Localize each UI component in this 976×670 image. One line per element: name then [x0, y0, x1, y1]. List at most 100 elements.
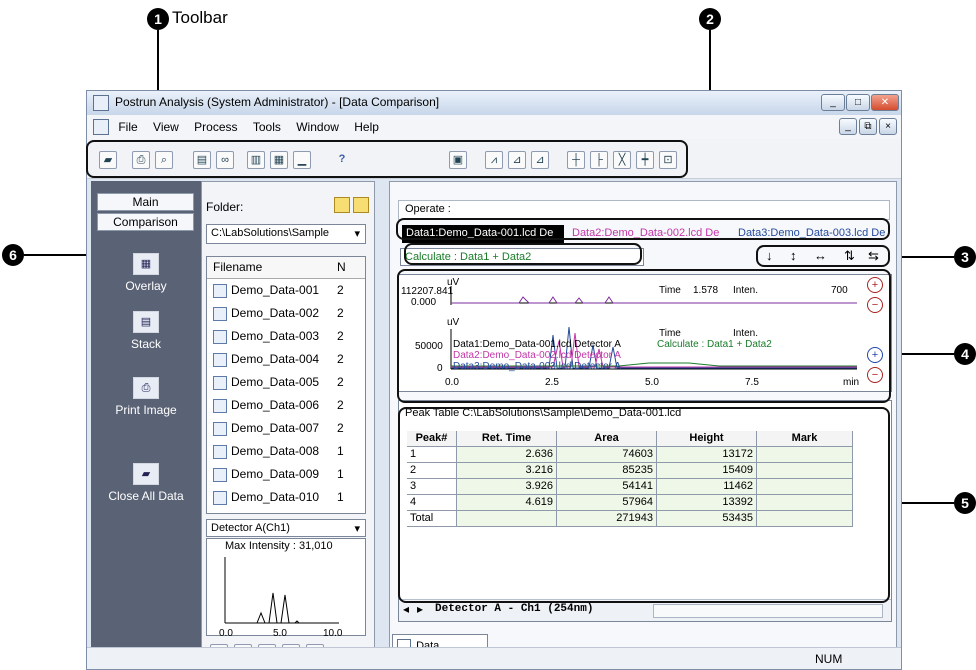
file-n: 2 — [337, 375, 344, 389]
file-n: 2 — [337, 306, 344, 320]
file-n: 1 — [337, 467, 344, 481]
close-window-button[interactable]: ✕ — [871, 94, 899, 111]
file-name: Demo_Data-009 — [231, 467, 320, 481]
mini-axis-0: 0.0 — [219, 628, 233, 637]
file-rows: Demo_Data-001 2 Demo_Data-002 2 Demo_Data-00… — [207, 279, 365, 509]
assistant-bar: Main Comparison ▦ Overlay ▤ Stack ⎙ Prin… — [91, 181, 201, 667]
file-row[interactable]: Demo_Data-007 2 — [207, 417, 365, 440]
file-row[interactable]: Demo_Data-004 2 — [207, 348, 365, 371]
detector-select[interactable]: Detector A(Ch1) ▾ — [206, 519, 366, 537]
file-row[interactable]: Demo_Data-005 2 — [207, 371, 365, 394]
minimize-button[interactable]: _ — [821, 94, 845, 111]
outline-calculate — [404, 243, 642, 265]
toolbar-callout-label: Toolbar — [172, 8, 228, 27]
outline-toolbar — [86, 140, 688, 178]
file-n: 2 — [337, 421, 344, 435]
operate-label: Operate : — [405, 203, 451, 215]
file-name: Demo_Data-002 — [231, 306, 320, 320]
file-n: 2 — [337, 398, 344, 412]
chromatogram-file-icon — [213, 421, 227, 436]
overlay-button[interactable]: ▦ Overlay — [91, 253, 201, 293]
chromatogram-file-icon — [213, 306, 227, 321]
callout-2: 2 — [699, 8, 721, 30]
n-header[interactable]: N — [337, 257, 346, 278]
file-name: Demo_Data-007 — [231, 421, 320, 435]
detector-tab[interactable]: Detector A - Ch1 (254nm) — [435, 603, 593, 615]
file-name: Demo_Data-001 — [231, 283, 320, 297]
callout-4: 4 — [954, 343, 976, 365]
menu-help[interactable]: Help — [354, 115, 379, 139]
mdi-restore-button[interactable]: ⧉ — [859, 118, 877, 135]
file-name: Demo_Data-010 — [231, 490, 320, 504]
file-row[interactable]: Demo_Data-010 1 — [207, 486, 365, 509]
close-all-data-button[interactable]: ▰ Close All Data — [91, 463, 201, 503]
title-bar: Postrun Analysis (System Administrator) … — [87, 91, 901, 115]
file-panel: Folder: C:\LabSolutions\Sample ▾ Filenam… — [201, 181, 375, 667]
mini-axis-1: 5.0 — [273, 628, 287, 637]
tab-main[interactable]: Main — [97, 193, 194, 211]
chevron-down-icon: ▾ — [354, 523, 360, 535]
folder-open-icon[interactable] — [353, 197, 369, 213]
status-bar: NUM — [87, 647, 901, 669]
callout-6: 6 — [2, 244, 24, 266]
stack-icon: ▤ — [133, 311, 159, 333]
filename-header[interactable]: Filename — [213, 260, 262, 274]
mini-chart-svg: 0.0 5.0 10.0 — [219, 557, 343, 639]
chevron-down-icon: ▾ — [354, 228, 360, 240]
folder-up-icon[interactable] — [334, 197, 350, 213]
file-name: Demo_Data-004 — [231, 352, 320, 366]
callout-5: 5 — [954, 492, 976, 514]
chromatogram-file-icon — [213, 329, 227, 344]
maximize-button[interactable]: □ — [846, 94, 870, 111]
file-row[interactable]: Demo_Data-006 2 — [207, 394, 365, 417]
file-row[interactable]: Demo_Data-003 2 — [207, 325, 365, 348]
chromatogram-file-icon — [213, 283, 227, 298]
menu-tools[interactable]: Tools — [253, 115, 281, 139]
folder-label: Folder: — [206, 200, 244, 214]
mini-axis-2: 10.0 — [323, 628, 343, 637]
file-row[interactable]: Demo_Data-002 2 — [207, 302, 365, 325]
horizontal-scrollbar[interactable] — [653, 604, 883, 618]
chromatogram-file-icon — [213, 352, 227, 367]
file-name: Demo_Data-006 — [231, 398, 320, 412]
tab-comparison[interactable]: Comparison — [97, 213, 194, 231]
num-indicator: NUM — [815, 652, 843, 666]
file-n: 2 — [337, 329, 344, 343]
folder-icon: ▰ — [133, 463, 159, 485]
print-image-button[interactable]: ⎙ Print Image — [91, 377, 201, 417]
stack-button[interactable]: ▤ Stack — [91, 311, 201, 351]
menu-process[interactable]: Process — [194, 115, 237, 139]
outline-view-controls — [756, 245, 890, 267]
mini-chromatogram: Max Intensity : 31,010 0.0 5.0 10.0 — [206, 538, 366, 639]
file-n: 1 — [337, 444, 344, 458]
folder-select[interactable]: C:\LabSolutions\Sample ▾ — [206, 224, 366, 244]
callout-3: 3 — [954, 246, 976, 268]
print-image-label: Print Image — [115, 403, 177, 417]
file-row[interactable]: Demo_Data-009 1 — [207, 463, 365, 486]
mdi-minimize-button[interactable]: _ — [839, 118, 857, 135]
app-icon — [93, 95, 109, 111]
chromatogram-file-icon — [213, 467, 227, 482]
file-name: Demo_Data-005 — [231, 375, 320, 389]
menu-file[interactable]: File — [118, 115, 137, 139]
overlay-icon: ▦ — [133, 253, 159, 275]
menu-view[interactable]: View — [153, 115, 179, 139]
file-n: 2 — [337, 283, 344, 297]
print-image-icon: ⎙ — [133, 377, 159, 399]
menu-window[interactable]: Window — [296, 115, 339, 139]
close-all-data-label: Close All Data — [108, 489, 184, 503]
file-list-header: Filename N — [207, 257, 365, 279]
file-list: Filename N Demo_Data-001 2 Demo_Data-002 2 D… — [206, 256, 366, 514]
file-row[interactable]: Demo_Data-001 2 — [207, 279, 365, 302]
file-name: Demo_Data-008 — [231, 444, 320, 458]
operate-bar: Operate : — [398, 200, 890, 220]
chromatogram-file-icon — [213, 375, 227, 390]
file-row[interactable]: Demo_Data-008 1 — [207, 440, 365, 463]
outline-peak-table — [398, 407, 890, 603]
outline-chromatogram — [397, 269, 891, 403]
menu-app-icon — [93, 119, 109, 135]
scroll-right-icon[interactable]: ▸ — [417, 602, 423, 616]
mdi-close-button[interactable]: × — [879, 118, 897, 135]
stack-label: Stack — [130, 337, 161, 351]
scroll-left-icon[interactable]: ◂ — [403, 602, 409, 616]
